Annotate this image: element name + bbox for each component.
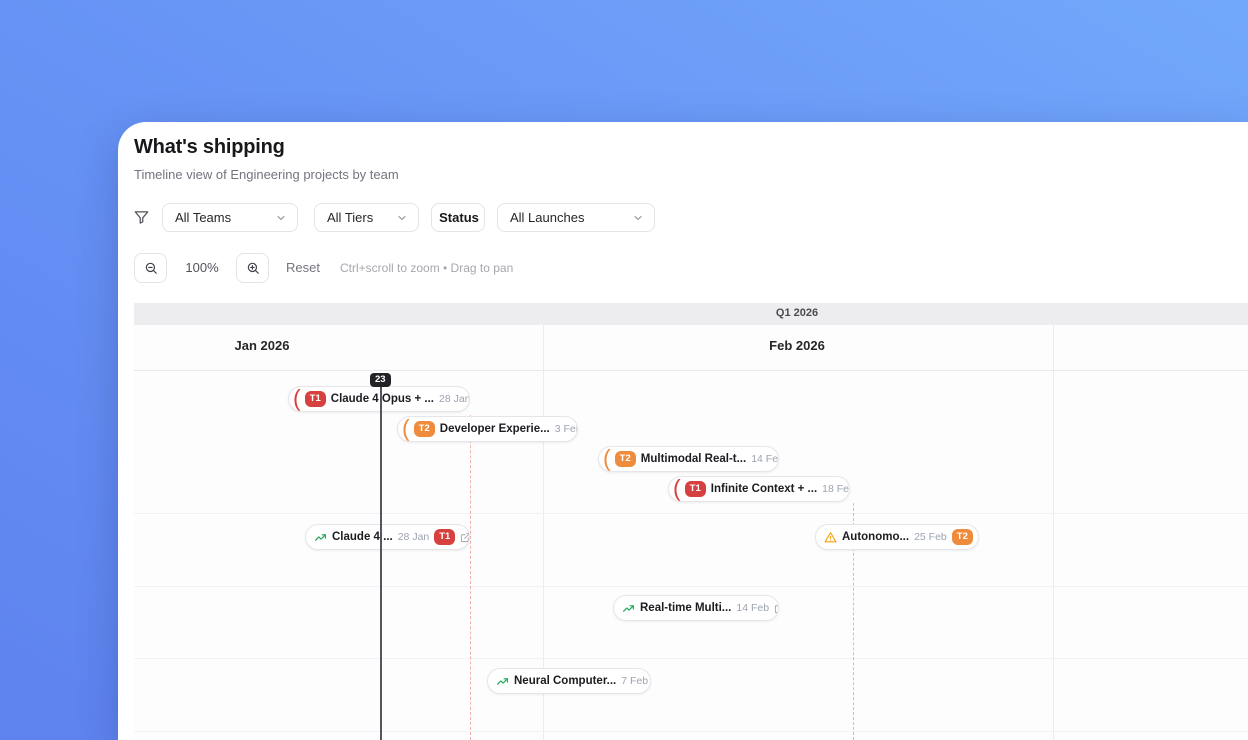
bar-date: 3 Feb	[554, 423, 577, 435]
tier-badge: T1	[304, 391, 326, 407]
bar-start-bracket: (	[402, 416, 410, 441]
launch-date: 28 Jan	[397, 531, 430, 543]
status-filter-label: Status	[439, 210, 479, 225]
app-background: What's shipping Timeline view of Enginee…	[0, 0, 1248, 740]
launch-item[interactable]: Real-time Multi... 14 Feb	[613, 595, 779, 621]
teams-filter-dropdown[interactable]: All Teams	[162, 203, 298, 232]
trending-up-icon	[314, 531, 327, 544]
bar-date: 18 Feb	[822, 483, 850, 495]
zoom-level: 100%	[185, 260, 219, 275]
month-label-jan: Jan 2026	[234, 338, 290, 353]
bar-title: Claude 4 Opus + ...	[330, 393, 434, 405]
project-bar[interactable]: ( T1 Claude 4 Opus + ... 28 Jan	[288, 386, 470, 412]
lane-divider	[134, 513, 1248, 514]
tier-badge: T2	[951, 529, 973, 545]
month-gridline	[1053, 325, 1054, 740]
lane-divider	[134, 658, 1248, 659]
bar-start-bracket: (	[293, 386, 301, 411]
project-bar[interactable]: ( T2 Developer Experie... 3 Feb	[397, 416, 578, 442]
page-title: What's shipping	[134, 136, 285, 158]
chevron-down-icon	[275, 212, 287, 224]
launch-date: 7 Feb	[621, 675, 649, 687]
external-link-icon	[460, 532, 469, 543]
trending-up-icon	[622, 602, 635, 615]
tiers-filter-value: All Tiers	[327, 210, 374, 225]
page-subtitle: Timeline view of Engineering projects by…	[134, 167, 399, 182]
bar-title: Multimodal Real-t...	[640, 453, 747, 465]
project-bar[interactable]: ( T2 Multimodal Real-t... 14 Feb	[598, 446, 779, 472]
zoom-pan-hint: Ctrl+scroll to zoom • Drag to pan	[340, 261, 514, 275]
timeline-chart[interactable]: Q1 2026 Jan 2026 Feb 2026 23 ( T1 Claude…	[134, 303, 1248, 740]
tier-badge: T1	[684, 481, 706, 497]
lane-divider	[134, 731, 1248, 732]
external-link-icon	[774, 603, 778, 614]
filter-funnel-icon	[134, 210, 149, 225]
project-bar[interactable]: ( T1 Infinite Context + ... 18 Feb	[668, 476, 850, 502]
launch-item[interactable]: Claude 4 ... 28 Jan T1	[305, 524, 470, 550]
launches-filter-value: All Launches	[510, 210, 585, 225]
launch-title: Neural Computer...	[514, 675, 617, 687]
quarter-label: Q1 2026	[775, 307, 819, 319]
status-filter-button[interactable]: Status	[431, 203, 485, 232]
month-header-row: Jan 2026 Feb 2026	[134, 325, 1248, 371]
launch-date: 14 Feb	[736, 602, 770, 614]
quarter-header-band: Q1 2026	[134, 303, 1248, 325]
launch-item[interactable]: Neural Computer... 7 Feb	[487, 668, 651, 694]
tier-badge: T2	[614, 451, 636, 467]
today-marker-badge: 23	[370, 373, 391, 388]
chevron-down-icon	[632, 212, 644, 224]
launch-title: Claude 4 ...	[332, 531, 393, 543]
zoom-in-button[interactable]	[236, 253, 269, 283]
chevron-down-icon	[396, 212, 408, 224]
milestone-dashed-line	[470, 415, 471, 740]
tiers-filter-dropdown[interactable]: All Tiers	[314, 203, 419, 232]
lane-divider	[134, 586, 1248, 587]
launch-title: Real-time Multi...	[640, 602, 732, 614]
zoom-out-button[interactable]	[134, 253, 167, 283]
launch-item[interactable]: Autonomo... 25 Feb T2	[815, 524, 979, 550]
zoom-in-icon	[246, 261, 260, 275]
launch-title: Autonomo...	[842, 531, 910, 543]
whats-shipping-panel: What's shipping Timeline view of Enginee…	[118, 122, 1248, 740]
launch-date: 25 Feb	[914, 531, 947, 543]
teams-filter-value: All Teams	[175, 210, 232, 225]
today-marker-line	[380, 387, 382, 740]
bar-title: Infinite Context + ...	[710, 483, 818, 495]
bar-date: 28 Jan	[438, 393, 470, 405]
trending-up-icon	[496, 675, 509, 688]
warning-icon	[824, 531, 837, 544]
bar-date: 14 Feb	[751, 453, 779, 465]
external-link-icon	[978, 532, 979, 543]
bar-start-bracket: (	[673, 476, 681, 501]
tier-badge: T2	[413, 421, 435, 437]
zoom-out-icon	[144, 261, 158, 275]
reset-zoom-button[interactable]: Reset	[286, 260, 320, 275]
bar-start-bracket: (	[603, 446, 611, 471]
launches-filter-dropdown[interactable]: All Launches	[497, 203, 655, 232]
month-label-feb: Feb 2026	[769, 338, 825, 353]
tier-badge: T1	[434, 529, 456, 545]
bar-title: Developer Experie...	[439, 423, 550, 435]
